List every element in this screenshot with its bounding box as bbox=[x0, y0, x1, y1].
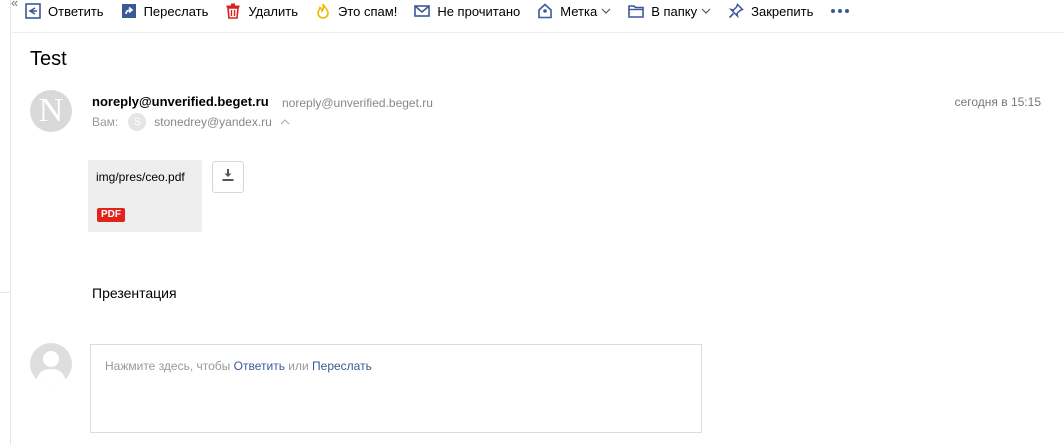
more-actions-icon[interactable] bbox=[831, 9, 850, 13]
pin-icon bbox=[727, 2, 745, 20]
recipients-row: Вам: S stonedrey@yandex.ru bbox=[92, 112, 290, 132]
left-gutter bbox=[0, 0, 11, 445]
collapse-sidebar-icon[interactable]: « bbox=[11, 0, 18, 10]
tag-icon bbox=[536, 2, 554, 20]
quick-forward-link[interactable]: Переслать bbox=[312, 359, 372, 373]
sender-email[interactable]: noreply@unverified.beget.ru bbox=[282, 96, 433, 110]
label-dropdown-label: Метка bbox=[560, 3, 598, 19]
reply-hint-prefix: Нажмите здесь, чтобы bbox=[105, 359, 234, 373]
recipient-email[interactable]: stonedrey@yandex.ru bbox=[154, 115, 272, 129]
label-dropdown[interactable]: Метка bbox=[536, 2, 611, 20]
move-to-folder-dropdown[interactable]: В папку bbox=[627, 2, 711, 20]
pin-label: Закрепить bbox=[751, 3, 814, 19]
to-label: Вам: bbox=[92, 115, 119, 129]
flame-icon bbox=[314, 2, 332, 20]
attachment-card[interactable]: img/pres/ceo.pdf PDF bbox=[88, 160, 202, 232]
forward-button[interactable]: Переслать bbox=[120, 2, 209, 20]
chevron-down-icon bbox=[601, 8, 611, 14]
chevron-down-icon bbox=[701, 8, 711, 14]
recipient-avatar: S bbox=[128, 113, 147, 131]
reply-label: Ответить bbox=[48, 3, 104, 19]
trash-icon bbox=[224, 2, 242, 20]
quick-reply-box[interactable]: Нажмите здесь, чтобы Ответить или Пересл… bbox=[90, 344, 702, 433]
sender-avatar[interactable]: N bbox=[30, 90, 72, 132]
envelope-icon bbox=[413, 2, 431, 20]
download-icon bbox=[221, 168, 235, 187]
reply-button[interactable]: Ответить bbox=[24, 2, 104, 20]
message-subject: Test bbox=[30, 48, 67, 70]
reply-icon bbox=[24, 2, 42, 20]
message-toolbar: Ответить Переслать Удалить Это спам! Не … bbox=[24, 0, 1064, 22]
download-button[interactable] bbox=[212, 161, 244, 193]
message-date: сегодня в 15:15 bbox=[954, 95, 1041, 109]
folder-icon bbox=[627, 2, 645, 20]
message-body: Презентация bbox=[92, 285, 177, 301]
spam-button[interactable]: Это спам! bbox=[314, 2, 397, 20]
sender-name[interactable]: noreply@unverified.beget.ru bbox=[92, 94, 269, 109]
pin-button[interactable]: Закрепить bbox=[727, 2, 813, 20]
delete-button[interactable]: Удалить bbox=[224, 2, 298, 20]
reply-hint-or: или bbox=[284, 359, 313, 373]
toolbar-divider bbox=[10, 32, 1064, 33]
attachment-name: img/pres/ceo.pdf bbox=[96, 170, 185, 184]
forward-label: Переслать bbox=[143, 3, 209, 19]
forward-icon bbox=[120, 2, 138, 20]
delete-label: Удалить bbox=[248, 3, 299, 19]
quick-reply-link[interactable]: Ответить bbox=[234, 359, 285, 373]
user-avatar bbox=[30, 343, 72, 385]
pdf-badge: PDF bbox=[97, 208, 125, 222]
spam-label: Это спам! bbox=[338, 3, 398, 19]
mark-unread-button[interactable]: Не прочитано bbox=[413, 2, 520, 20]
quick-reply-hint: Нажмите здесь, чтобы Ответить или Пересл… bbox=[105, 359, 372, 373]
gutter-divider bbox=[0, 292, 10, 293]
chevron-up-icon[interactable] bbox=[280, 119, 290, 125]
unread-label: Не прочитано bbox=[437, 3, 521, 19]
folder-dropdown-label: В папку bbox=[651, 3, 698, 19]
